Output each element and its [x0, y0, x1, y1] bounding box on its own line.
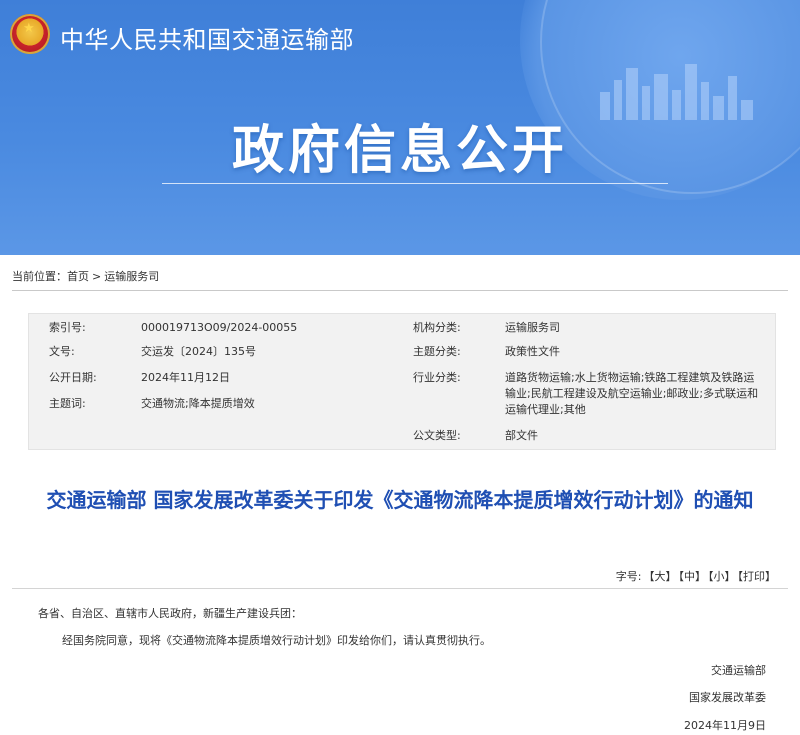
breadcrumb-home-link[interactable]: 首页: [67, 270, 89, 283]
font-small-button[interactable]: 【小】: [708, 570, 736, 583]
header-banner: ★ 中华人民共和国交通运输部 政府信息公开: [0, 0, 800, 255]
breadcrumb-section-link[interactable]: 运输服务司: [104, 270, 159, 283]
font-size-label: 字号:: [615, 570, 642, 583]
signer-ministry: 交通运输部: [711, 664, 766, 677]
heading-underline: [162, 183, 668, 184]
salutation: 各省、自治区、直辖市人民政府，新疆生产建设兵团：: [38, 607, 302, 620]
national-emblem-icon[interactable]: ★: [10, 14, 50, 54]
org-label: 机构分类:: [413, 321, 461, 334]
breadcrumb: 当前位置：首页 > 运输服务司: [12, 268, 159, 284]
org-value: 运输服务司: [505, 321, 560, 334]
topic-label: 主题分类:: [413, 345, 461, 358]
content-divider: [12, 588, 788, 589]
doc-number-label: 文号:: [49, 345, 75, 358]
font-medium-button[interactable]: 【中】: [679, 570, 707, 583]
document-metadata-panel: 索引号: 000019713O09/2024-00055 机构分类: 运输服务司…: [28, 313, 776, 450]
page-heading: 政府信息公开: [231, 121, 568, 181]
industry-label: 行业分类:: [413, 371, 461, 384]
topic-value: 政策性文件: [505, 345, 560, 358]
doc-type-label: 公文类型:: [413, 429, 461, 442]
site-name[interactable]: 中华人民共和国交通运输部: [60, 20, 354, 55]
publish-date-value: 2024年11月12日: [141, 371, 230, 384]
breadcrumb-separator: >: [92, 270, 102, 283]
keywords-value: 交通物流;降本提质增效: [141, 397, 255, 410]
breadcrumb-label: 当前位置：: [12, 270, 67, 283]
breadcrumb-divider: [12, 290, 788, 291]
doc-type-value: 部文件: [505, 429, 538, 442]
print-button[interactable]: 【打印】: [738, 570, 777, 583]
doc-number-value: 交运发〔2024〕135号: [141, 345, 256, 358]
font-size-controls: 字号: 【大】 【中】 【小】 【打印】: [614, 568, 776, 584]
publish-date-label: 公开日期:: [49, 371, 97, 384]
index-label: 索引号:: [49, 321, 86, 334]
keywords-label: 主题词:: [49, 397, 86, 410]
article-title: 交通运输部 国家发展改革委关于印发《交通物流降本提质增效行动计划》的通知: [46, 488, 754, 512]
index-value: 000019713O09/2024-00055: [141, 321, 298, 334]
industry-value: 道路货物运输;水上货物运输;铁路工程建筑及铁路运输业;民航工程建设及航空运输业;…: [505, 371, 759, 416]
signer-ndrc: 国家发展改革委: [689, 691, 766, 704]
signing-date: 2024年11月9日: [684, 719, 766, 732]
body-paragraph: 经国务院同意，现将《交通物流降本提质增效行动计划》印发给你们，请认真贯彻执行。: [62, 634, 491, 647]
font-large-button[interactable]: 【大】: [644, 570, 677, 583]
